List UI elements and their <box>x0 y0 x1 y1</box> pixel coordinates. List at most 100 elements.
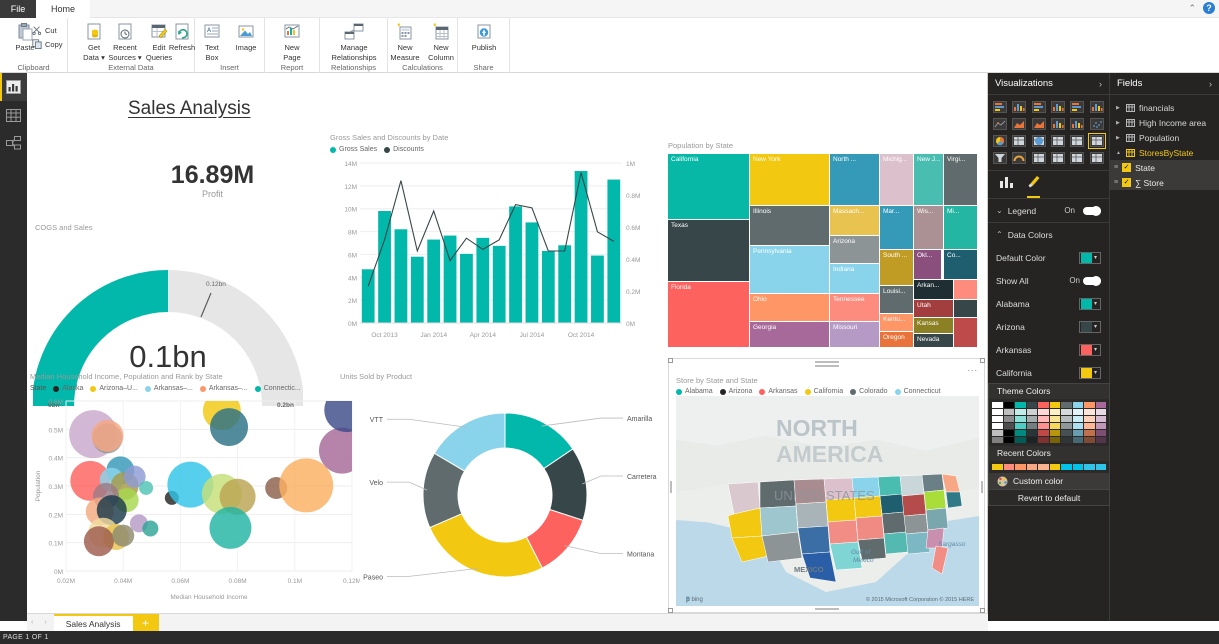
theme-color-swatch[interactable] <box>1049 402 1060 408</box>
theme-color-swatch[interactable] <box>1061 423 1072 429</box>
legend-section[interactable]: ⌄ Legend On <box>988 198 1109 222</box>
data-color-swatch[interactable]: ▾ <box>1079 320 1101 333</box>
treemap-tile[interactable]: Florida <box>668 282 749 347</box>
new-page-button[interactable]: New Page <box>269 21 315 62</box>
treemap-tile[interactable]: New J... <box>914 154 943 205</box>
chevron-down-icon[interactable]: ▲ <box>1116 150 1122 156</box>
sidebar-item-model-view[interactable] <box>0 129 27 157</box>
theme-color-swatch[interactable] <box>992 423 1003 429</box>
theme-color-swatch[interactable] <box>992 409 1003 415</box>
chevron-right-icon[interactable]: ▶ <box>1116 105 1122 111</box>
treemap-tile[interactable]: Kansas <box>914 318 953 333</box>
resize-handle-top2[interactable] <box>815 365 839 367</box>
legend-item[interactable]: Connecticut <box>894 388 941 395</box>
clustered-bar-chart-icon[interactable] <box>1030 99 1048 115</box>
theme-color-swatch[interactable] <box>1003 430 1014 436</box>
theme-color-swatch[interactable] <box>1072 409 1083 415</box>
page-tab-sales-analysis[interactable]: Sales Analysis <box>53 613 133 632</box>
legend-item[interactable]: Arkansas–... <box>199 385 248 392</box>
treemap-tile[interactable] <box>954 280 977 299</box>
treemap-tile[interactable]: Wis... <box>914 206 943 249</box>
theme-color-swatch[interactable] <box>992 437 1003 443</box>
chevron-right-icon[interactable]: ▶ <box>1116 120 1122 126</box>
text-box-button[interactable]: A Text Box <box>195 21 229 62</box>
treemap-tile[interactable]: Georgia <box>750 322 829 347</box>
theme-color-swatch[interactable] <box>1015 423 1026 429</box>
theme-color-swatch[interactable] <box>1061 430 1072 436</box>
resize-handle-top[interactable] <box>815 361 839 363</box>
theme-color-swatch[interactable] <box>1038 437 1049 443</box>
chevron-down-icon[interactable]: ▾ <box>1094 254 1097 261</box>
legend-item[interactable]: California <box>804 388 843 395</box>
map-visual[interactable]: ... Store by State and State Alabama Ariz… <box>668 358 985 613</box>
chevron-up-icon[interactable]: ⌃ <box>1188 3 1196 14</box>
recent-color-swatch[interactable] <box>1049 464 1060 470</box>
theme-color-swatch[interactable] <box>992 416 1003 422</box>
page-nav-prev[interactable]: ‹ <box>27 619 40 626</box>
slicer-icon[interactable] <box>1088 150 1106 166</box>
refresh-button[interactable]: Refresh <box>168 21 196 53</box>
treemap-tile[interactable]: Louisi... <box>880 286 913 313</box>
theme-color-swatch[interactable] <box>1015 409 1026 415</box>
theme-color-swatch[interactable] <box>1015 437 1026 443</box>
treemap-tile[interactable]: South ... <box>880 250 913 285</box>
area-chart-icon[interactable] <box>1010 116 1028 132</box>
custom-color-button[interactable]: Custom color <box>989 473 1109 489</box>
new-column-button[interactable]: New Column <box>422 21 460 62</box>
data-color-swatch[interactable]: ▾ <box>1079 366 1101 379</box>
color-picker-flyout[interactable]: Theme Colors Recent Colors Custom color … <box>988 383 1110 506</box>
resize-handle-tl[interactable] <box>668 358 673 363</box>
map-image[interactable]: NORTH AMERICA UNITED STATES MEXICO Gulf … <box>676 396 979 606</box>
theme-color-swatch[interactable] <box>1003 409 1014 415</box>
theme-color-swatch[interactable] <box>1038 402 1049 408</box>
treemap-tile[interactable]: Texas <box>668 220 749 281</box>
line-stacked-column-icon[interactable] <box>1049 116 1067 132</box>
100-stacked-column-chart-icon[interactable] <box>1088 99 1106 115</box>
theme-color-swatch[interactable] <box>1026 402 1037 408</box>
clustered-column-chart-icon[interactable] <box>1049 99 1067 115</box>
legend-toggle[interactable] <box>1083 205 1101 216</box>
theme-color-swatch[interactable] <box>1084 409 1095 415</box>
treemap-tile[interactable]: Missouri <box>830 322 879 347</box>
publish-button[interactable]: Publish <box>461 21 507 53</box>
treemap-tile[interactable]: Indiana <box>830 264 879 293</box>
collapse-icon[interactable]: › <box>1099 79 1102 89</box>
recent-color-swatch[interactable] <box>1095 464 1106 470</box>
show-all-row[interactable]: Show All On <box>988 269 1109 292</box>
theme-color-swatch[interactable] <box>1049 430 1060 436</box>
tab-file[interactable]: File <box>0 0 36 18</box>
theme-color-swatch[interactable] <box>1072 437 1083 443</box>
visualization-type-grid[interactable] <box>988 95 1109 170</box>
chevron-down-icon[interactable]: ▾ <box>1094 369 1097 376</box>
theme-color-swatch[interactable] <box>1072 423 1083 429</box>
fields-table-row[interactable]: ▶ High Income area <box>1110 115 1219 130</box>
recent-color-swatch[interactable] <box>992 464 1003 470</box>
recent-color-grid[interactable] <box>989 461 1109 473</box>
legend-item[interactable]: Arizona–U... <box>90 385 138 392</box>
theme-color-swatch[interactable] <box>1061 402 1072 408</box>
treemap-tile[interactable]: Tennessee <box>830 294 879 321</box>
resize-handle-bottom[interactable] <box>815 608 839 610</box>
theme-color-swatch[interactable] <box>1038 423 1049 429</box>
theme-color-swatch[interactable] <box>1084 430 1095 436</box>
treemap-tile[interactable]: Okl... <box>914 250 941 279</box>
cut-button[interactable]: Cut <box>32 25 57 35</box>
legend-item[interactable]: Arkansas–... <box>144 385 193 392</box>
globe-map-icon[interactable] <box>1030 133 1048 149</box>
treemap-icon[interactable] <box>1010 133 1028 149</box>
pie-chart-icon[interactable] <box>991 133 1009 149</box>
theme-color-swatch[interactable] <box>1015 416 1026 422</box>
resize-handle-left[interactable] <box>670 481 672 493</box>
theme-color-swatch[interactable] <box>1026 437 1037 443</box>
treemap-tile[interactable]: Pennsylvania <box>750 246 829 293</box>
fields-table-row[interactable]: ▲ StoresByState <box>1110 145 1219 160</box>
legend-item[interactable]: Connectic... <box>254 385 301 392</box>
scatter-chart-icon[interactable] <box>1088 116 1106 132</box>
image-button[interactable]: Image <box>228 21 264 53</box>
theme-color-swatch[interactable] <box>1061 416 1072 422</box>
theme-color-swatch[interactable] <box>1026 423 1037 429</box>
treemap-tile[interactable]: Arkan... <box>914 280 953 299</box>
treemap-tile[interactable] <box>954 318 977 347</box>
chevron-right-icon[interactable]: ▶ <box>1116 135 1122 141</box>
theme-color-swatch[interactable] <box>1038 409 1049 415</box>
